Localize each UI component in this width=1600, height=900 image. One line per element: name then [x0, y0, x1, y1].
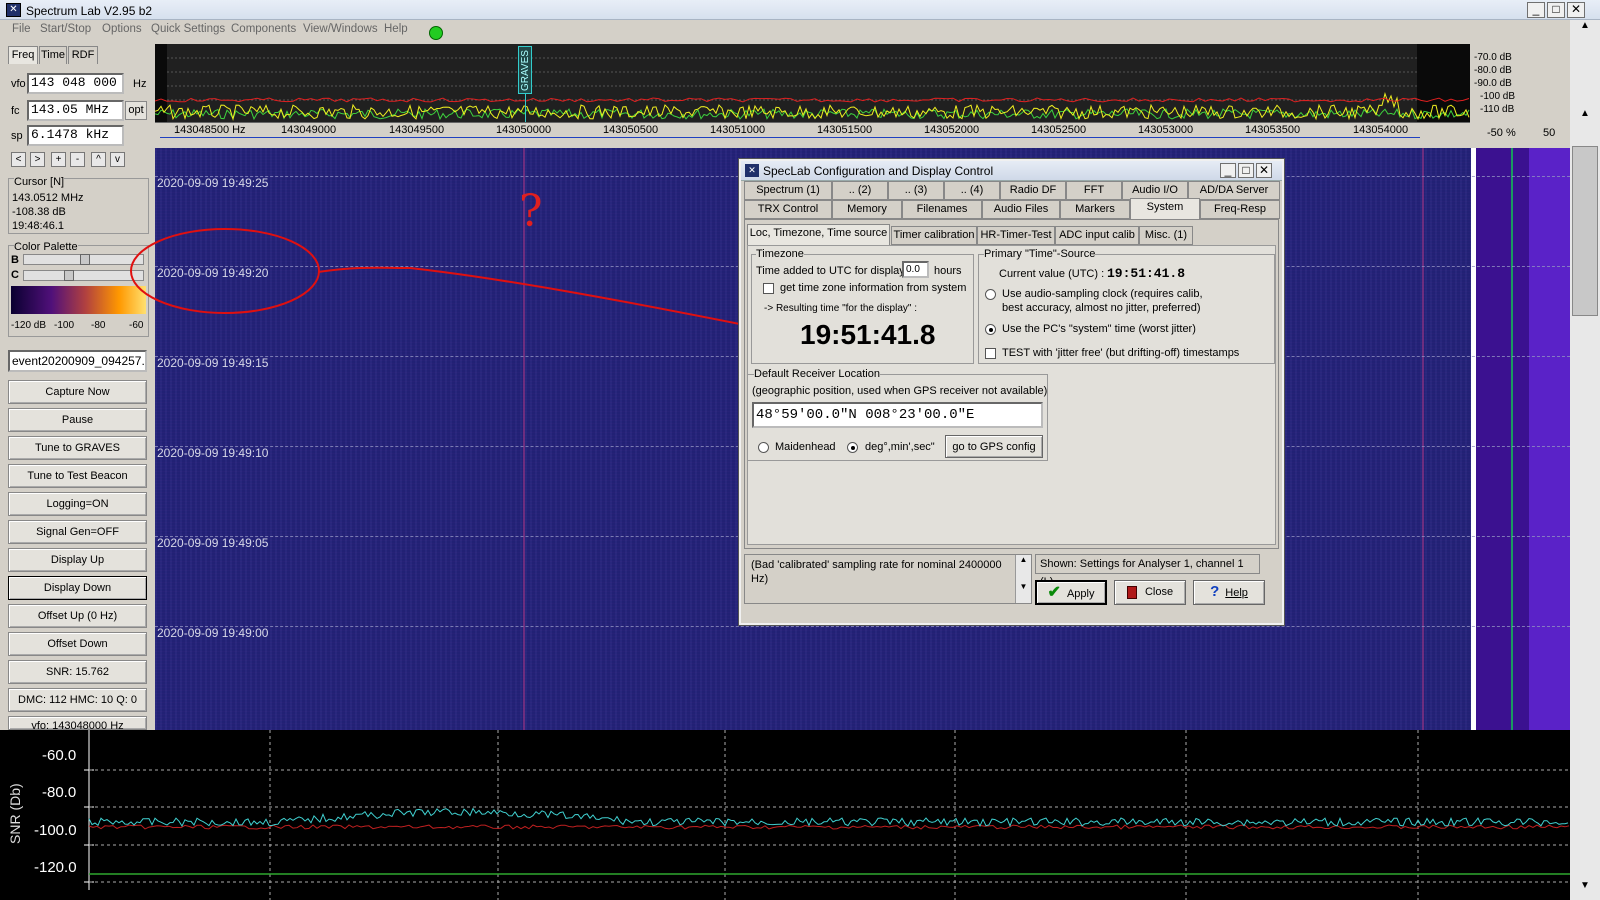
subtab-timer-calibration[interactable]: Timer calibration: [891, 226, 977, 245]
status-message: (Bad 'calibrated' sampling rate for nomi…: [751, 559, 1002, 585]
main-scrollbar[interactable]: ▲ ▲ ▼: [1570, 20, 1600, 900]
question-icon: ?: [1210, 583, 1220, 600]
jitter-free-label: TEST with 'jitter free' (but drifting-of…: [1002, 347, 1240, 359]
subtab-loc-timezone[interactable]: Loc, Timezone, Time source: [747, 224, 890, 245]
get-timezone-label: get time zone information from system: [780, 282, 967, 294]
door-icon: [1126, 585, 1137, 599]
get-timezone-checkbox[interactable]: [763, 283, 774, 294]
scroll-up-icon-2[interactable]: ▲: [1572, 108, 1598, 128]
tab-4[interactable]: .. (4): [944, 181, 1000, 200]
tab-system[interactable]: System: [1130, 198, 1200, 220]
apply-button[interactable]: ✔ Apply: [1035, 580, 1107, 605]
utc-offset-unit: hours: [934, 265, 962, 277]
status-message-box: (Bad 'calibrated' sampling rate for nomi…: [744, 554, 1032, 604]
dialog-maximize-button[interactable]: □: [1238, 163, 1254, 178]
tab-spectrum-1[interactable]: Spectrum (1): [744, 181, 832, 200]
dialog-app-icon: ✕: [745, 164, 759, 177]
current-utc-value: 19:51:41.8: [1107, 266, 1186, 281]
audio-clock-radio[interactable]: [985, 289, 996, 300]
config-dialog: ✕ SpecLab Configuration and Display Cont…: [738, 158, 1285, 626]
degminsec-radio[interactable]: [847, 442, 858, 453]
checkmark-icon: ✔: [1047, 584, 1061, 601]
close-dialog-button[interactable]: Close: [1114, 580, 1186, 605]
tab-markers[interactable]: Markers: [1060, 200, 1130, 219]
help-button[interactable]: ? Help: [1193, 580, 1265, 605]
help-label: Help: [1225, 587, 1248, 599]
subtab-adc-input-calib[interactable]: ADC input calib: [1055, 226, 1139, 245]
tab-3[interactable]: .. (3): [888, 181, 944, 200]
degminsec-label: deg°,min',sec": [865, 441, 935, 453]
snr-ylabel: SNR (Db): [7, 783, 23, 844]
snr-ytick-0: -60.0: [42, 747, 77, 764]
receiver-location-title: Default Receiver Location: [754, 368, 880, 380]
jitter-free-checkbox[interactable]: [985, 348, 996, 359]
tab-radio-df[interactable]: Radio DF: [1000, 181, 1066, 200]
gps-config-button[interactable]: go to GPS config: [945, 435, 1043, 458]
dialog-close-icon[interactable]: ✕: [1256, 163, 1272, 178]
subtab-hr-timer-test[interactable]: HR-Timer-Test: [977, 226, 1055, 245]
status-scrollbar[interactable]: ▲ ▼: [1015, 555, 1031, 603]
scroll-thumb[interactable]: [1572, 146, 1598, 316]
utc-offset-input[interactable]: 0.0: [902, 261, 929, 278]
snr-ytick-1: -80.0: [42, 784, 77, 801]
tab-filenames[interactable]: Filenames: [902, 200, 982, 219]
dialog-minimize-button[interactable]: _: [1220, 163, 1236, 178]
maidenhead-radio[interactable]: [758, 442, 769, 453]
current-utc-label: Current value (UTC) :: [999, 268, 1105, 280]
tab-adda-server[interactable]: AD/DA Server: [1188, 181, 1280, 200]
timezone-title: Timezone: [756, 248, 804, 260]
time-source-title: Primary "Time"-Source: [984, 248, 1096, 260]
tab-freq-resp[interactable]: Freq-Resp: [1200, 200, 1280, 219]
scroll-up-icon[interactable]: ▲: [1572, 20, 1598, 40]
audio-clock-label-1: Use audio-sampling clock (requires calib…: [1002, 288, 1203, 300]
display-time-value: 19:51:41.8: [800, 319, 936, 350]
tab-2[interactable]: .. (2): [832, 181, 888, 200]
tab-memory[interactable]: Memory: [832, 200, 902, 219]
snr-plot[interactable]: -60.0 -80.0 -100.0 -120.0 SNR (Db): [0, 730, 1570, 900]
system-time-label: Use the PC's "system" time (worst jitter…: [1002, 323, 1196, 335]
tab-audio-files[interactable]: Audio Files: [982, 200, 1060, 219]
subtab-misc[interactable]: Misc. (1): [1139, 226, 1193, 245]
tab-fft[interactable]: FFT: [1066, 181, 1122, 200]
apply-label: Apply: [1066, 588, 1095, 600]
close-label: Close: [1144, 586, 1174, 598]
system-time-radio[interactable]: [985, 324, 996, 335]
receiver-location-sub: (geographic position, used when GPS rece…: [752, 385, 1048, 397]
resulting-time-label: -> Resulting time "for the display" :: [764, 303, 917, 314]
snr-ytick-3: -120.0: [34, 859, 77, 876]
snr-ytick-2: -100.0: [34, 822, 77, 839]
scroll-down-icon[interactable]: ▼: [1572, 880, 1598, 900]
utc-offset-label: Time added to UTC for display:: [756, 265, 908, 277]
dialog-titlebar[interactable]: ✕ SpecLab Configuration and Display Cont…: [741, 161, 1282, 181]
tab-trx-control[interactable]: TRX Control: [744, 200, 832, 219]
audio-clock-label-2: best accuracy, almost no jitter, preferr…: [1002, 302, 1201, 314]
dialog-title: SpecLab Configuration and Display Contro…: [763, 164, 994, 178]
location-input[interactable]: 48°59'00.0"N 008°23'00.0"E: [752, 402, 1043, 428]
shown-settings-label: Shown: Settings for Analyser 1, channel …: [1035, 554, 1260, 588]
maidenhead-label: Maidenhead: [775, 441, 836, 453]
